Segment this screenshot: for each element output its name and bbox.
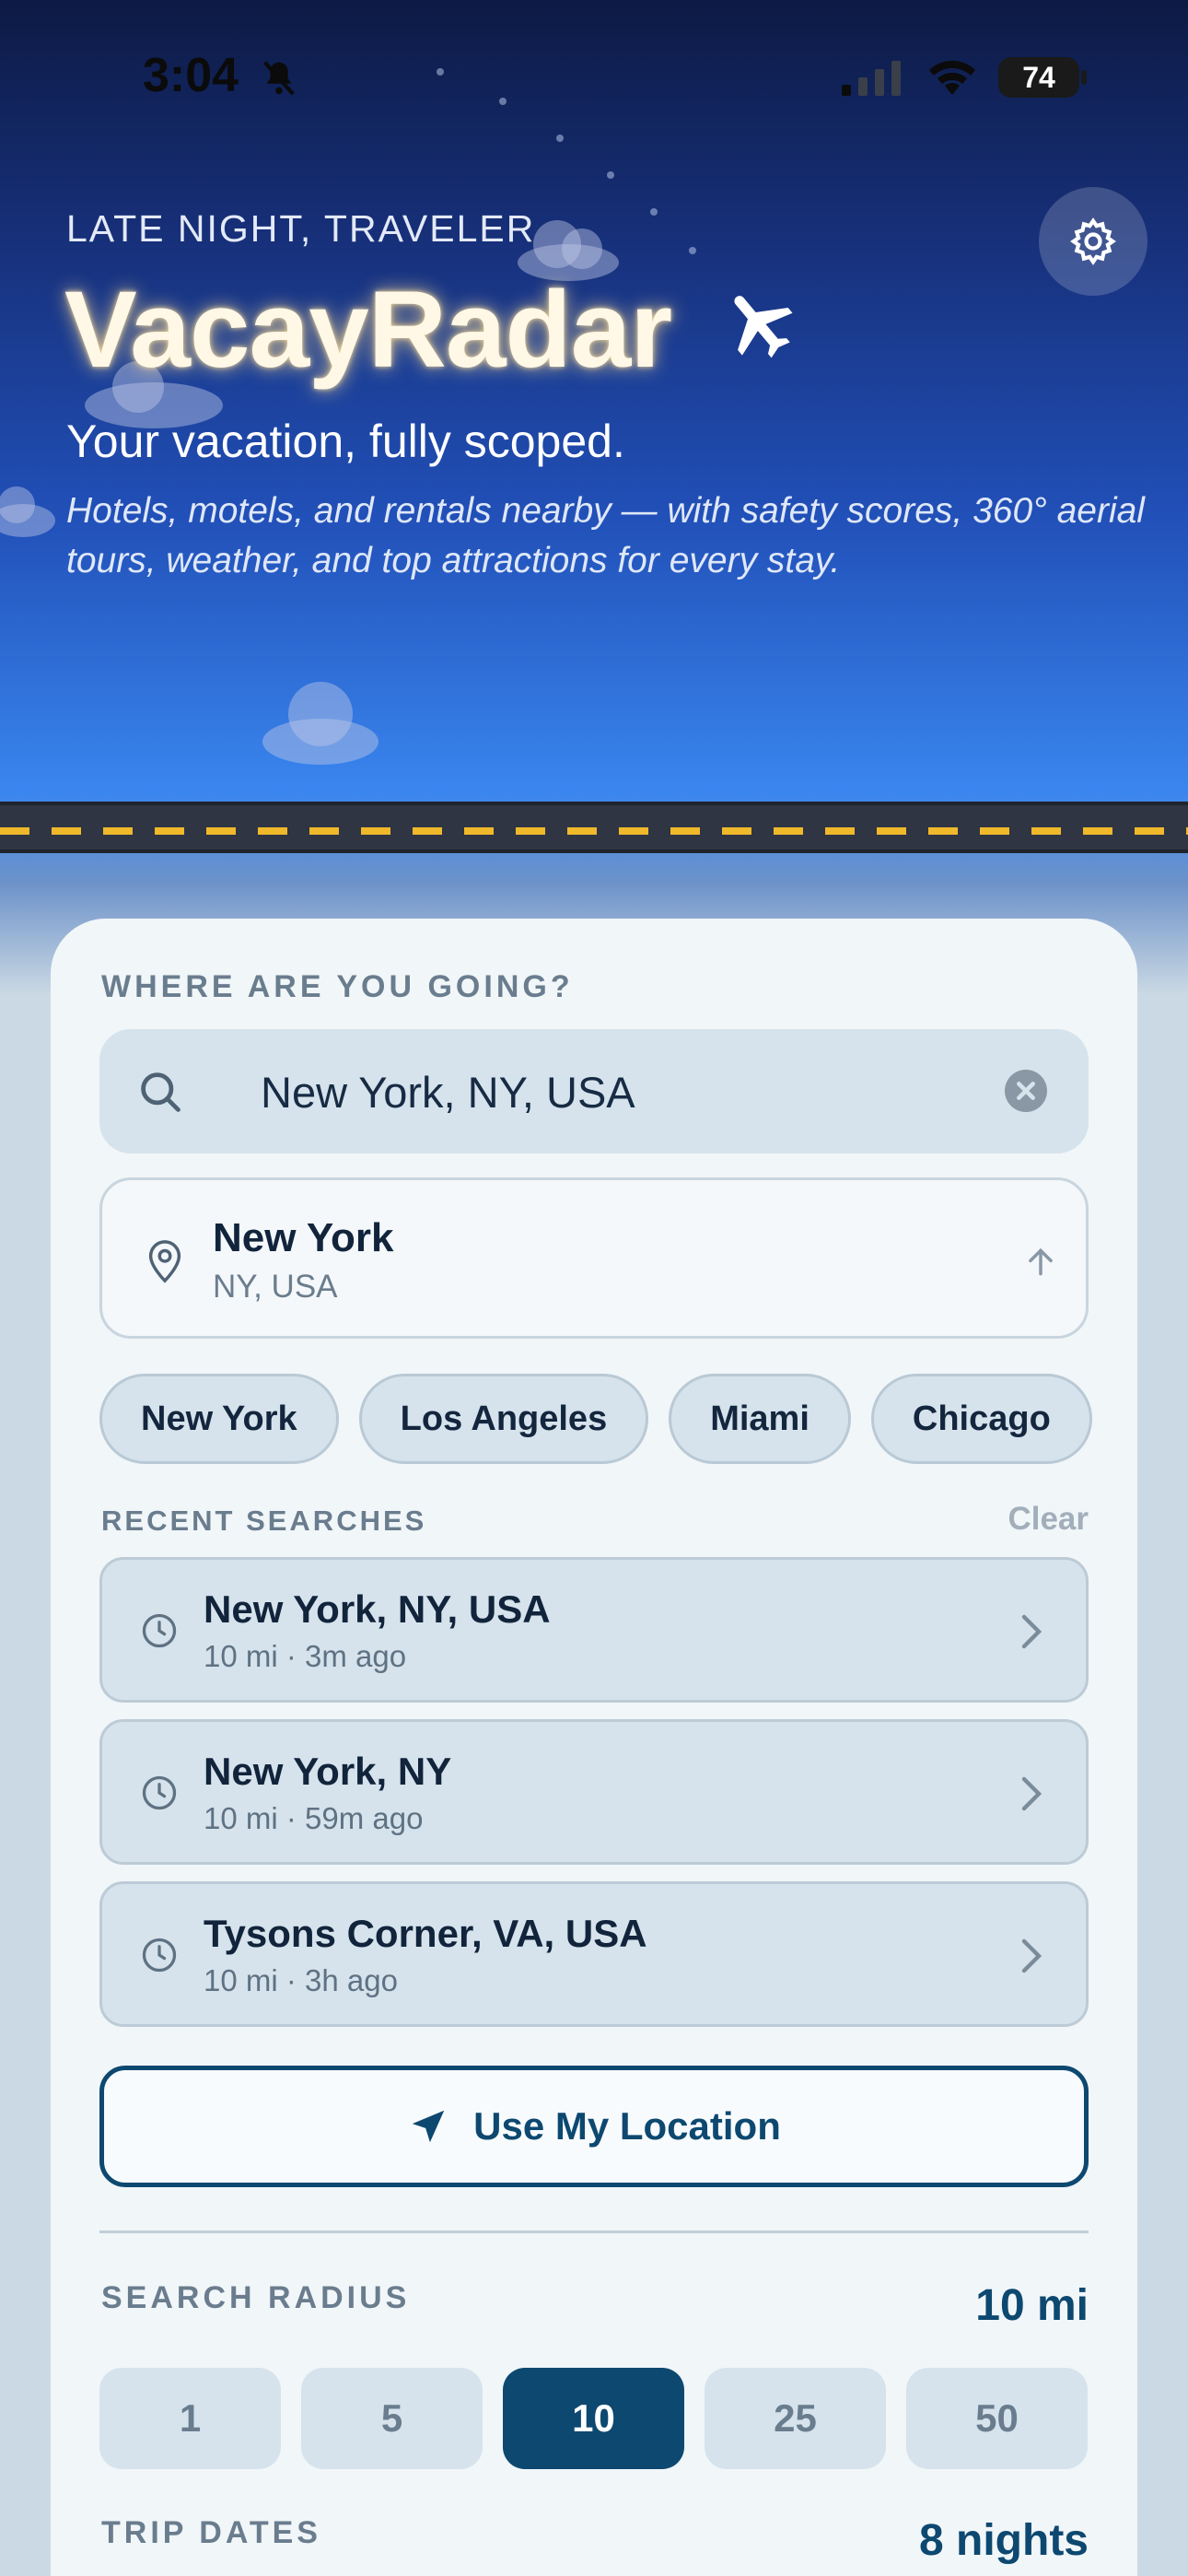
cellular-signal-icon	[842, 61, 901, 96]
recent-meta: 10 mi · 59m ago	[204, 1801, 424, 1835]
radius-option-10[interactable]: 10	[503, 2368, 684, 2469]
chevron-right-icon	[1021, 1614, 1042, 1649]
app-title: VacayRadar	[64, 269, 672, 391]
greeting: LATE NIGHT, TRAVELER	[66, 207, 536, 250]
hero-header: 3:04 74 LATE NIGHT, TRAVELER VacayRadar …	[0, 0, 1188, 1013]
chip-miami[interactable]: Miami	[669, 1374, 851, 1464]
location-suggestion[interactable]: New York NY, USA	[99, 1177, 1089, 1339]
recent-title: New York, NY, USA	[204, 1587, 551, 1631]
suggestion-subtitle: NY, USA	[213, 1269, 338, 1305]
gear-icon	[1070, 217, 1116, 265]
road-divider	[0, 802, 1188, 853]
recent-title: New York, NY	[204, 1750, 452, 1793]
cloud-decoration	[0, 486, 55, 537]
clock-icon	[142, 1938, 177, 1973]
recent-title: Tysons Corner, VA, USA	[204, 1912, 647, 1955]
suggestion-title: New York	[213, 1215, 394, 1260]
status-indicators: 74	[840, 57, 1087, 98]
trip-dates-label: TRIP DATES	[101, 2515, 321, 2550]
road-lane-markings	[0, 827, 1188, 835]
chip-chicago[interactable]: Chicago	[870, 1374, 1092, 1464]
radius-option-25[interactable]: 25	[705, 2368, 886, 2469]
location-pin-icon	[148, 1240, 181, 1283]
recent-searches-label: RECENT SEARCHES	[101, 1505, 427, 1537]
recent-search-item[interactable]: Tysons Corner, VA, USA 10 mi · 3h ago	[99, 1881, 1089, 2027]
quick-city-chips: New York Los Angeles Miami Chicago	[99, 1374, 1092, 1464]
chip-new-york[interactable]: New York	[99, 1374, 339, 1464]
search-value: New York, NY, USA	[261, 1068, 635, 1117]
radius-option-5[interactable]: 5	[301, 2368, 483, 2469]
status-time: 3:04	[143, 49, 239, 102]
search-input[interactable]: New York, NY, USA	[99, 1029, 1089, 1153]
clear-search-icon[interactable]	[1005, 1070, 1047, 1112]
radius-option-50[interactable]: 50	[906, 2368, 1088, 2469]
use-my-location-label: Use My Location	[473, 2104, 781, 2148]
chevron-right-icon	[1021, 1938, 1042, 1973]
clock-icon	[142, 1775, 177, 1810]
bell-muted-icon	[263, 61, 295, 96]
recent-meta: 10 mi · 3h ago	[204, 1963, 398, 1997]
clock-icon	[142, 1613, 177, 1648]
recent-search-item[interactable]: New York, NY, USA 10 mi · 3m ago	[99, 1557, 1089, 1703]
flight-path-dots	[437, 68, 696, 254]
recent-search-item[interactable]: New York, NY 10 mi · 59m ago	[99, 1719, 1089, 1865]
search-icon	[141, 1072, 181, 1112]
navigation-arrow-icon	[412, 2110, 445, 2143]
app-description: Hotels, motels, and rentals nearby — wit…	[66, 491, 1145, 580]
radius-options: 1 5 10 25 50	[99, 2368, 1088, 2469]
search-radius-value: 10 mi	[975, 2281, 1089, 2330]
section-divider	[99, 2231, 1089, 2233]
settings-button[interactable]	[1039, 187, 1147, 296]
cloud-decoration	[262, 682, 379, 765]
destination-label: WHERE ARE YOU GOING?	[101, 969, 574, 1004]
search-radius-label: SEARCH RADIUS	[101, 2280, 411, 2315]
use-my-location-button[interactable]: Use My Location	[99, 2066, 1089, 2187]
wifi-icon	[929, 60, 975, 95]
chevron-right-icon	[1021, 1776, 1042, 1811]
chip-los-angeles[interactable]: Los Angeles	[358, 1374, 649, 1464]
recent-meta: 10 mi · 3m ago	[204, 1639, 407, 1673]
trip-nights-value: 8 nights	[918, 2516, 1089, 2565]
radius-option-1[interactable]: 1	[99, 2368, 281, 2469]
tagline: Your vacation, fully scoped.	[66, 416, 625, 467]
arrow-up-icon	[1029, 1247, 1053, 1276]
clear-recent-button[interactable]: Clear	[1007, 1501, 1089, 1538]
battery-indicator: 74	[998, 57, 1087, 98]
search-card: WHERE ARE YOU GOING? New York, NY, USA N…	[51, 919, 1137, 2576]
airplane-icon	[734, 296, 793, 358]
